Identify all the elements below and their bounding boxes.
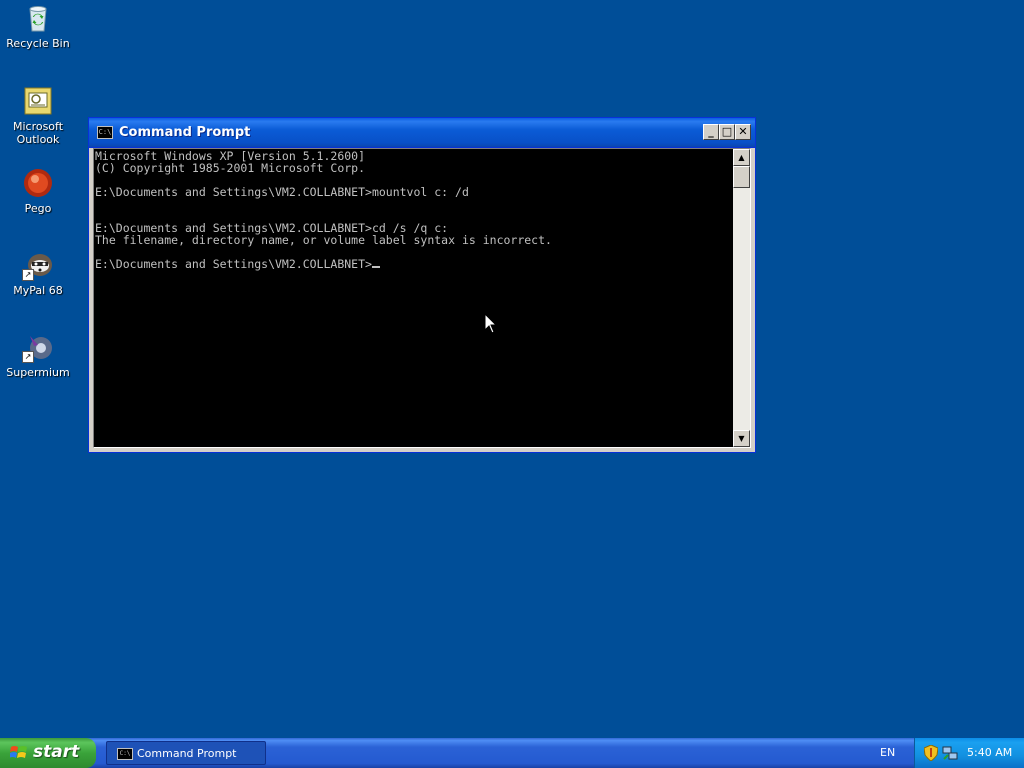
start-label: start [33, 742, 80, 762]
command-prompt-icon: C:\ [97, 126, 113, 139]
scroll-up-button[interactable]: ▲ [733, 149, 750, 166]
desktop-icon-mypal[interactable]: ↗ MyPal 68 [0, 249, 76, 297]
command-prompt-icon: C:\ [117, 748, 133, 760]
window-title: Command Prompt [119, 125, 251, 140]
taskbar-item-command-prompt[interactable]: C:\ Command Prompt [106, 741, 266, 765]
vertical-scrollbar[interactable]: ▲ ▼ [733, 149, 750, 447]
scroll-thumb[interactable] [733, 166, 750, 188]
pego-icon [22, 167, 54, 199]
network-icon[interactable] [942, 745, 958, 761]
desktop-icon-label: Microsoft Outlook [12, 120, 64, 146]
maximize-button[interactable]: □ [719, 124, 735, 140]
console-line: E:\Documents and Settings\VM2.COLLABNET>… [95, 185, 469, 199]
desktop-icon-label: Supermium [6, 366, 70, 379]
desktop-icon-supermium[interactable]: ↗ Supermium [0, 331, 76, 379]
console-output[interactable]: Microsoft Windows XP [Version 5.1.2600] … [94, 149, 735, 447]
recycle-bin-icon [22, 2, 54, 34]
start-button[interactable]: start [0, 738, 96, 768]
taskbar: start C:\ Command Prompt EN 5:40 AM [0, 738, 1024, 768]
desktop-icon-outlook[interactable]: Microsoft Outlook [0, 85, 76, 146]
mypal-icon: ↗ [22, 249, 54, 281]
shortcut-arrow-icon: ↗ [22, 351, 34, 363]
clock[interactable]: 5:40 AM [967, 746, 1012, 759]
windows-logo-icon [10, 746, 27, 758]
text-cursor [371, 266, 380, 268]
desktop-icon-pego[interactable]: Pego [0, 167, 76, 215]
language-indicator[interactable]: EN [880, 746, 895, 759]
supermium-icon: ↗ [22, 331, 54, 363]
desktop-icon-label: MyPal 68 [13, 284, 63, 297]
mouse-pointer-icon [485, 314, 497, 334]
shortcut-arrow-icon: ↗ [22, 269, 34, 281]
console-prompt-line: E:\Documents and Settings\VM2.COLLABNET> [95, 257, 372, 271]
console-text: Microsoft Windows XP [Version 5.1.2600] … [94, 149, 735, 270]
console-line: (C) Copyright 1985-2001 Microsoft Corp. [95, 161, 366, 175]
desktop-icon-label: Pego [24, 202, 52, 215]
console-area: Microsoft Windows XP [Version 5.1.2600] … [93, 148, 751, 448]
close-button[interactable]: ✕ [735, 124, 751, 140]
desktop-icon-label: Recycle Bin [6, 37, 70, 50]
console-line: The filename, directory name, or volume … [95, 233, 552, 247]
scroll-down-button[interactable]: ▼ [733, 430, 750, 447]
command-prompt-window[interactable]: C:\ Command Prompt _ □ ✕ Microsoft Windo… [88, 117, 756, 453]
window-titlebar[interactable]: C:\ Command Prompt _ □ ✕ [89, 118, 755, 148]
system-tray: 5:40 AM [914, 738, 1024, 768]
outlook-icon [22, 85, 54, 117]
desktop-icon-recycle-bin[interactable]: Recycle Bin [0, 2, 76, 50]
security-shield-icon[interactable] [924, 745, 938, 761]
taskbar-item-label: Command Prompt [137, 747, 237, 760]
minimize-button[interactable]: _ [703, 124, 719, 140]
